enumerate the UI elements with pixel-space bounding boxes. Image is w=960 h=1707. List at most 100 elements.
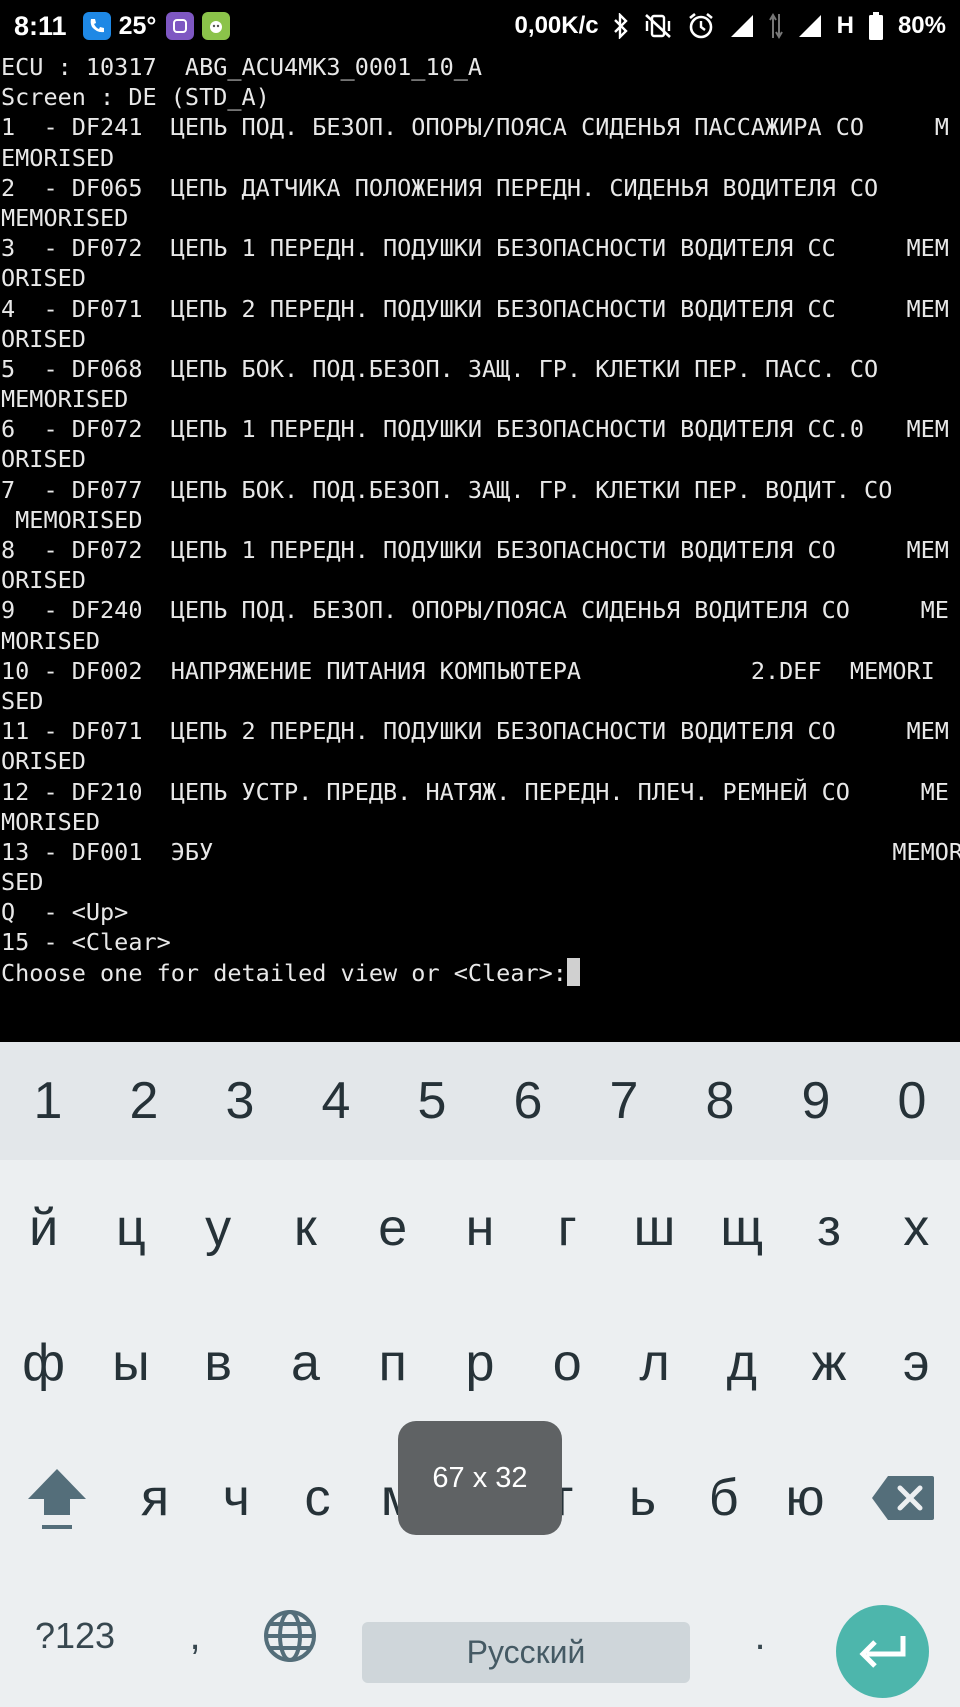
key-ю[interactable]: ю bbox=[764, 1430, 845, 1565]
comma-key[interactable]: , bbox=[160, 1565, 230, 1707]
terminal-line: 5 - DF068 ЦЕПЬ БОК. ПОД.БЕЗОП. ЗАЩ. ГР. … bbox=[1, 354, 879, 383]
key-ш[interactable]: ш bbox=[611, 1160, 698, 1295]
terminal-lines: ECU : 10317 ABG_ACU4MK3_0001_10_A Screen … bbox=[1, 52, 960, 958]
key-ы[interactable]: ы bbox=[87, 1295, 174, 1430]
text-cursor bbox=[566, 957, 580, 986]
terminal-line: MEMORISED bbox=[1, 385, 129, 414]
space-bar[interactable]: Русский bbox=[362, 1622, 690, 1683]
terminal-prompt-line[interactable]: Choose one for detailed view or <Clear>: bbox=[1, 957, 960, 988]
bluetooth-icon bbox=[613, 13, 629, 39]
terminal-line: Q - <Up> bbox=[1, 898, 129, 927]
terminal-line: SED bbox=[1, 686, 44, 715]
terminal-line: 9 - DF240 ЦЕПЬ ПОД. БЕЗОП. ОПОРЫ/ПОЯСА С… bbox=[1, 596, 949, 625]
key-н[interactable]: н bbox=[436, 1160, 523, 1295]
terminal-line: ORISED bbox=[1, 566, 86, 595]
key-а[interactable]: а bbox=[262, 1295, 349, 1430]
terminal-line: 11 - DF071 ЦЕПЬ 2 ПЕРЕДН. ПОДУШКИ БЕЗОПА… bbox=[1, 717, 949, 746]
keyboard-row-2: фывапролджэ bbox=[0, 1295, 960, 1430]
keyboard-number-row: 1234567890 bbox=[0, 1042, 960, 1160]
key-3[interactable]: 3 bbox=[192, 1042, 288, 1160]
key-б[interactable]: б bbox=[683, 1430, 764, 1565]
key-д[interactable]: д bbox=[698, 1295, 785, 1430]
network-speed: 0,00K/с bbox=[514, 12, 599, 39]
key-ж[interactable]: ж bbox=[785, 1295, 872, 1430]
keyboard-row-4: ?123 , Русский . bbox=[0, 1565, 960, 1707]
terminal-line: 10 - DF002 НАПРЯЖЕНИЕ ПИТАНИЯ КОМПЬЮТЕРА… bbox=[1, 656, 935, 685]
terminal-line: SED bbox=[1, 868, 44, 897]
soft-keyboard: 1234567890 йцукенгшщзх фывапролджэ ячсми… bbox=[0, 1042, 960, 1707]
key-я[interactable]: я bbox=[114, 1430, 195, 1565]
key-й[interactable]: й bbox=[0, 1160, 87, 1295]
terminal-line: ORISED bbox=[1, 324, 86, 353]
globe-icon bbox=[264, 1610, 316, 1662]
key-ь[interactable]: ь bbox=[602, 1430, 683, 1565]
phone-app-icon bbox=[82, 12, 111, 40]
battery-percent: 80% bbox=[897, 12, 946, 39]
key-з[interactable]: з bbox=[785, 1160, 872, 1295]
android-app-icon bbox=[202, 12, 231, 40]
key-ф[interactable]: ф bbox=[0, 1295, 87, 1430]
key-7[interactable]: 7 bbox=[576, 1042, 672, 1160]
key-е[interactable]: е bbox=[349, 1160, 436, 1295]
period-key[interactable]: . bbox=[725, 1565, 795, 1707]
terminal-line: 8 - DF072 ЦЕПЬ 1 ПЕРЕДН. ПОДУШКИ БЕЗОПАС… bbox=[1, 536, 949, 564]
key-2[interactable]: 2 bbox=[96, 1042, 192, 1160]
terminal-line: MORISED bbox=[1, 807, 101, 836]
signal-icon bbox=[729, 13, 755, 39]
signal-icon-2 bbox=[797, 13, 823, 39]
terminal-line: Screen : DE (STD_A) bbox=[1, 83, 270, 112]
status-bar: 8:11 25° 0,00K/с H 80% bbox=[0, 0, 960, 52]
terminal-line: 2 - DF065 ЦЕПЬ ДАТЧИКА ПОЛОЖЕНИЯ ПЕРЕДН.… bbox=[1, 173, 879, 202]
key-8[interactable]: 8 bbox=[672, 1042, 768, 1160]
shift-key[interactable] bbox=[0, 1430, 114, 1565]
terminal-line: 13 - DF001 ЭБУ MEMORI bbox=[1, 837, 960, 866]
key-4[interactable]: 4 bbox=[288, 1042, 384, 1160]
terminal-line: 1 - DF241 ЦЕПЬ ПОД. БЕЗОП. ОПОРЫ/ПОЯСА С… bbox=[1, 113, 949, 142]
enter-key[interactable] bbox=[836, 1605, 929, 1698]
key-ц[interactable]: ц bbox=[87, 1160, 174, 1295]
network-type: H bbox=[836, 12, 854, 39]
terminal-line: MORISED bbox=[1, 626, 101, 655]
status-right-group: 0,00K/с H 80% bbox=[515, 12, 946, 40]
key-5[interactable]: 5 bbox=[384, 1042, 480, 1160]
battery-icon bbox=[868, 12, 884, 40]
keyboard-row-1: йцукенгшщзх bbox=[0, 1160, 960, 1295]
terminal-line: 12 - DF210 ЦЕПЬ УСТР. ПРЕДВ. НАТЯЖ. ПЕРЕ… bbox=[1, 777, 949, 806]
terminal-line: 4 - DF071 ЦЕПЬ 2 ПЕРЕДН. ПОДУШКИ БЕЗОПАС… bbox=[1, 294, 949, 323]
viber-app-icon bbox=[166, 12, 195, 40]
terminal-line: 7 - DF077 ЦЕПЬ БОК. ПОД.БЕЗОП. ЗАЩ. ГР. … bbox=[1, 475, 893, 504]
symbols-key[interactable]: ?123 bbox=[20, 1565, 130, 1707]
key-9[interactable]: 9 bbox=[768, 1042, 864, 1160]
key-у[interactable]: у bbox=[175, 1160, 262, 1295]
key-г[interactable]: г bbox=[524, 1160, 611, 1295]
terminal-output[interactable]: ECU : 10317 ABG_ACU4MK3_0001_10_A Screen … bbox=[0, 52, 960, 1042]
key-6[interactable]: 6 bbox=[480, 1042, 576, 1160]
terminal-line: 15 - <Clear> bbox=[1, 928, 171, 957]
alarm-icon bbox=[687, 12, 715, 40]
terminal-line: ORISED bbox=[1, 264, 86, 293]
key-л[interactable]: л bbox=[611, 1295, 698, 1430]
terminal-line: ORISED bbox=[1, 445, 86, 474]
key-в[interactable]: в bbox=[175, 1295, 262, 1430]
key-с[interactable]: с bbox=[277, 1430, 358, 1565]
backspace-icon bbox=[871, 1475, 934, 1520]
key-х[interactable]: х bbox=[873, 1160, 960, 1295]
terminal-line: EMORISED bbox=[1, 143, 115, 172]
enter-arrow-icon bbox=[858, 1635, 905, 1668]
key-п[interactable]: п bbox=[349, 1295, 436, 1430]
shift-arrow-icon bbox=[28, 1468, 87, 1529]
data-transfer-icon bbox=[768, 12, 783, 40]
key-э[interactable]: э bbox=[873, 1295, 960, 1430]
key-к[interactable]: к bbox=[262, 1160, 349, 1295]
key-ч[interactable]: ч bbox=[196, 1430, 277, 1565]
key-1[interactable]: 1 bbox=[0, 1042, 96, 1160]
terminal-line: 3 - DF072 ЦЕПЬ 1 ПЕРЕДН. ПОДУШКИ БЕЗОПАС… bbox=[1, 234, 949, 263]
key-о[interactable]: о bbox=[524, 1295, 611, 1430]
key-щ[interactable]: щ bbox=[698, 1160, 785, 1295]
terminal-line: ORISED bbox=[1, 747, 86, 776]
language-switch-key[interactable] bbox=[250, 1565, 330, 1707]
key-0[interactable]: 0 bbox=[864, 1042, 960, 1160]
backspace-key[interactable] bbox=[846, 1430, 960, 1565]
status-time: 8:11 bbox=[14, 10, 67, 41]
key-р[interactable]: р bbox=[436, 1295, 523, 1430]
